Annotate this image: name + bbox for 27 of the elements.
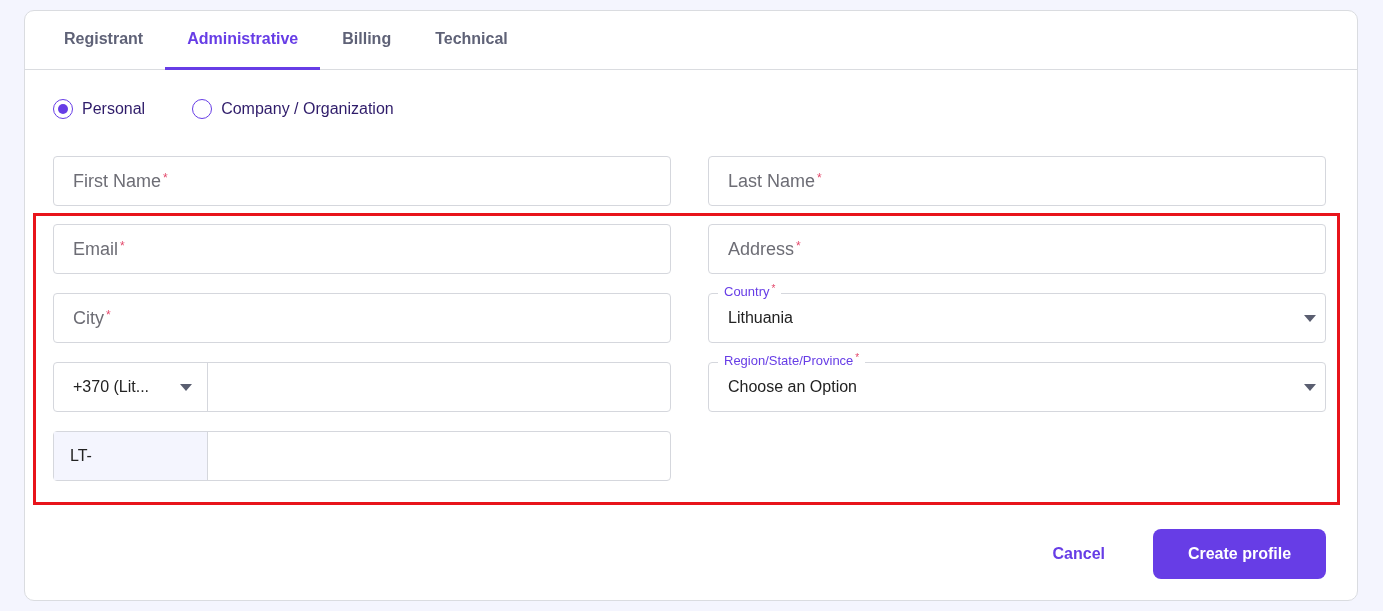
text-input[interactable]: Email (54, 238, 118, 260)
required-mark: * (106, 308, 111, 322)
text-field[interactable]: Last Name* (708, 156, 1326, 206)
text-field[interactable]: Email* (53, 224, 671, 274)
tab[interactable]: Registrant (42, 11, 166, 70)
cancel-button[interactable]: Cancel (1052, 537, 1105, 571)
text-field[interactable]: First Name* (53, 156, 671, 206)
radio-label[interactable]: Company / Organization (221, 100, 394, 118)
radio-label[interactable]: Personal (82, 100, 146, 118)
required-mark: * (163, 171, 168, 185)
tab[interactable]: Administrative (165, 11, 321, 70)
required-mark: * (855, 351, 860, 365)
text-input[interactable]: Last Name (709, 170, 816, 192)
required-mark: * (771, 282, 776, 296)
text-input[interactable]: City (54, 307, 104, 329)
tab[interactable]: Billing (320, 11, 414, 70)
required-mark: * (817, 171, 822, 185)
caret-icon (1304, 383, 1316, 391)
create-profile-button[interactable]: Create profile (1153, 529, 1326, 579)
tab[interactable]: Technical (413, 11, 530, 70)
required-mark: * (120, 239, 125, 253)
required-mark: * (796, 239, 801, 253)
text-input[interactable]: First Name (54, 170, 161, 192)
text-input[interactable]: Address (709, 238, 795, 260)
text-field[interactable]: Address* (708, 224, 1326, 274)
text-field[interactable]: City* (53, 293, 671, 343)
caret-icon (1304, 314, 1316, 322)
